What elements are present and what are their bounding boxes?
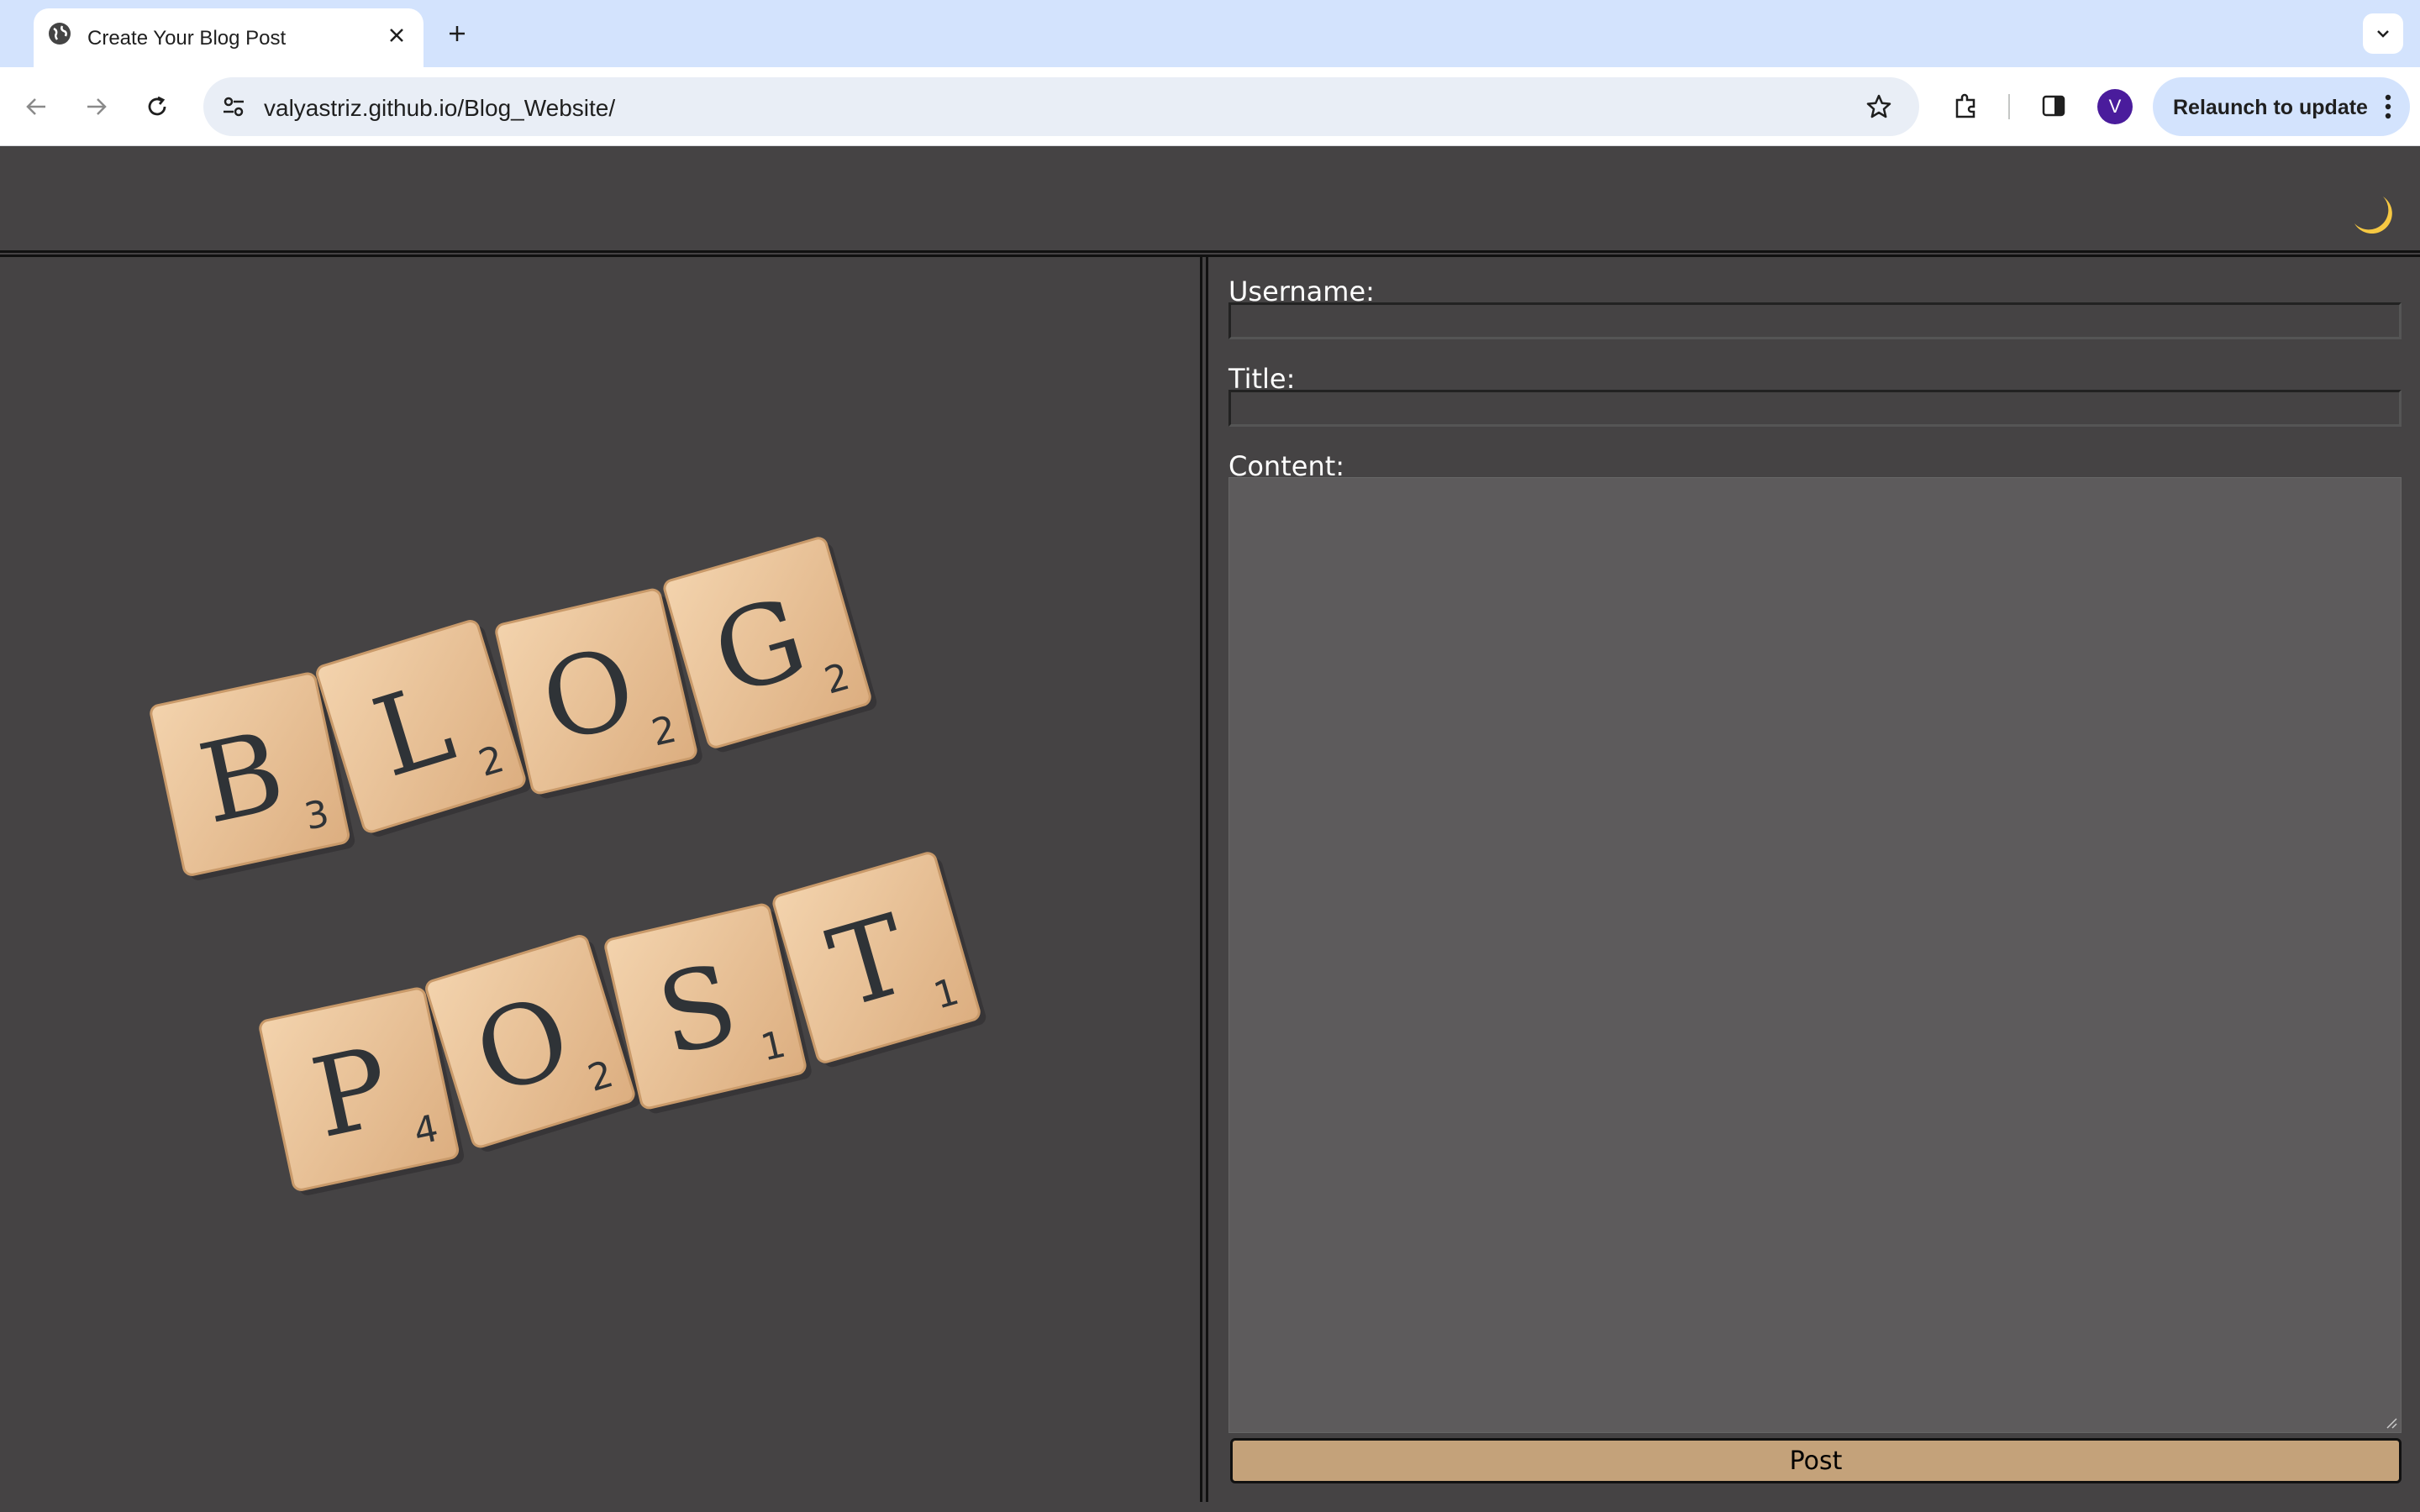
side-panel-icon bbox=[2042, 95, 2065, 117]
site-info-icon[interactable] bbox=[217, 90, 250, 123]
browser-tab-strip: Create Your Blog Post bbox=[0, 0, 2420, 67]
tab-title: Create Your Blog Post bbox=[87, 27, 287, 50]
content-textarea[interactable] bbox=[1228, 477, 2402, 1433]
side-panel-button[interactable] bbox=[2033, 86, 2074, 126]
blog-post-form: Username: Title: Content: Post bbox=[1228, 257, 2405, 1512]
puzzle-icon bbox=[1955, 93, 1975, 118]
globe-icon bbox=[47, 21, 72, 46]
profile-avatar[interactable]: V bbox=[2097, 89, 2133, 124]
browser-toolbar: valyastriz.github.io/Blog_Website/ V Rel… bbox=[0, 67, 2420, 146]
address-bar[interactable]: valyastriz.github.io/Blog_Website/ bbox=[203, 77, 1919, 136]
close-icon[interactable] bbox=[385, 24, 408, 47]
plus-icon bbox=[450, 26, 465, 41]
bookmark-star-icon[interactable] bbox=[1862, 90, 1896, 123]
back-button[interactable] bbox=[17, 87, 55, 126]
header-divider bbox=[0, 250, 2420, 257]
post-button[interactable]: Post bbox=[1230, 1438, 2402, 1483]
more-vert-icon[interactable] bbox=[2375, 92, 2402, 121]
chevron-down-icon bbox=[2377, 30, 2389, 38]
reload-button[interactable] bbox=[138, 87, 176, 126]
blog-post-tiles-image: B 3L 2 O 2G 2 P 4O2 S 1T 1 bbox=[150, 537, 986, 1195]
panel-divider bbox=[1200, 257, 1208, 1502]
hero-image-panel: B3L2O2G2 P4O2S1T1 bbox=[0, 257, 1200, 1512]
dark-mode-toggle[interactable] bbox=[2349, 192, 2396, 239]
tab-search-button[interactable] bbox=[2363, 13, 2403, 54]
relaunch-button[interactable]: Relaunch to update bbox=[2153, 77, 2410, 136]
moon-icon bbox=[2354, 197, 2392, 234]
browser-tab[interactable]: Create Your Blog Post bbox=[34, 8, 424, 67]
new-tab-button[interactable] bbox=[440, 18, 474, 49]
title-input[interactable] bbox=[1228, 390, 2402, 427]
arrow-left-icon bbox=[26, 98, 45, 115]
toolbar-separator bbox=[2008, 94, 2010, 119]
url-text: valyastriz.github.io/Blog_Website/ bbox=[264, 95, 616, 121]
forward-button[interactable] bbox=[77, 87, 116, 126]
arrow-right-icon bbox=[87, 98, 107, 115]
extensions-button[interactable] bbox=[1946, 86, 1986, 126]
resize-handle-icon[interactable] bbox=[2382, 1414, 2397, 1429]
relaunch-label: Relaunch to update bbox=[2173, 96, 2368, 119]
letter-tile: G2 bbox=[663, 537, 877, 753]
reload-icon bbox=[148, 96, 166, 116]
username-input[interactable] bbox=[1228, 302, 2402, 339]
letter-tile: T1 bbox=[772, 852, 986, 1068]
page-header bbox=[0, 146, 2420, 250]
